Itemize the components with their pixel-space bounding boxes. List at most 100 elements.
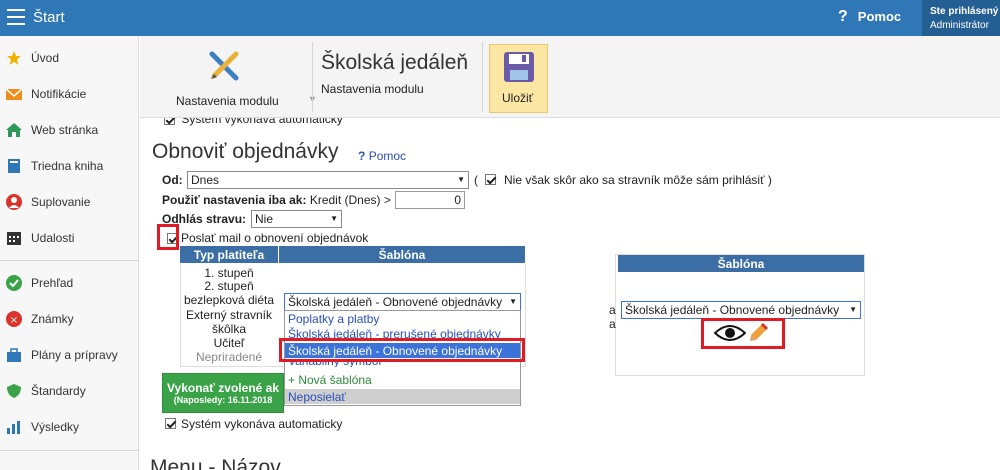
template-select-right-value: Školská jedáleň - Obnovené objednávky	[625, 303, 840, 317]
sidebar-item-uvod[interactable]: Úvod	[0, 40, 139, 76]
save-button[interactable]: Uložiť	[489, 44, 548, 113]
run-button-last-run: (Naposledy: 16.11.2018	[173, 395, 273, 405]
table-row: Učiteľ	[213, 336, 245, 350]
svg-text:×: ×	[10, 315, 18, 326]
calendar-icon	[7, 232, 21, 245]
question-icon: ?	[838, 8, 848, 25]
sidebar-divider	[0, 450, 139, 451]
top-bar: Štart ? Pomoc Ste prihlásený Administráto…	[0, 0, 1000, 36]
section-title: Obnoviť objednávky	[152, 140, 339, 163]
sidebar-item-label: Notifikácie	[31, 87, 87, 101]
table-row: bezlepková diéta	[183, 293, 275, 307]
col-header-payer-type: Typ platiteľa	[180, 246, 278, 263]
auto-run-top-checkbox[interactable]	[164, 118, 175, 126]
od-select-value: Dnes	[191, 173, 220, 187]
menu-icon[interactable]	[7, 9, 25, 25]
section-help-label: Pomoc	[368, 149, 407, 163]
table-row: škôlka	[211, 322, 246, 336]
user-status: Ste prihlásený	[930, 6, 999, 17]
chevron-down-icon: ▼	[849, 305, 857, 314]
module-settings-label: Nastavenia modulu	[176, 94, 279, 108]
help-button[interactable]: ? Pomoc	[838, 8, 901, 26]
save-label: Uložiť	[502, 91, 534, 105]
run-button-label: Vykonať zvolené ak	[166, 381, 280, 395]
grade-icon: ×	[6, 311, 22, 327]
eye-icon[interactable]	[714, 323, 746, 343]
sidebar-item-znamky[interactable]: × Známky	[0, 301, 139, 337]
sidebar-item-udalosti[interactable]: Udalosti	[0, 220, 139, 256]
sidebar-item-label: Známky	[31, 312, 74, 326]
star-icon	[7, 51, 21, 65]
ribbon-divider	[312, 42, 313, 112]
sidebar-item-vysledky[interactable]: Výsledky	[0, 409, 139, 445]
app-title[interactable]: Štart	[33, 9, 65, 26]
dropdown-option[interactable]: Neposielať	[285, 389, 520, 404]
auto-run-top-label: Systém vykonáva automaticky	[181, 118, 343, 126]
user-icon	[6, 194, 22, 210]
sidebar: Úvod Notifikácie Web stránka Triedna kni…	[0, 36, 139, 470]
table-row: Nepriradené	[195, 350, 263, 364]
credit-input[interactable]: 0	[395, 191, 465, 209]
check-circle-icon	[6, 275, 22, 291]
sidebar-item-plany[interactable]: Plány a prípravy	[0, 337, 139, 373]
clipped-text: a	[609, 303, 616, 317]
sidebar-divider	[0, 260, 139, 261]
sidebar-item-suplovanie[interactable]: Suplovanie	[0, 184, 139, 220]
sidebar-item-label: Úvod	[31, 51, 60, 65]
table-row: 2. stupeň	[204, 279, 254, 293]
auto-run-top-row: Systém vykonáva automaticky	[164, 118, 343, 126]
table-row: 1. stupeň	[204, 266, 254, 280]
sidebar-item-label: Plány a prípravy	[31, 348, 118, 362]
question-icon: ?	[358, 149, 366, 163]
template-select[interactable]: Školská jedáleň - Obnovené objednávky ▼	[284, 293, 521, 311]
dropdown-option[interactable]: Poplatky a platby	[288, 312, 379, 327]
template-select-value: Školská jedáleň - Obnovené objednávky	[288, 295, 503, 309]
next-section-title: Menu - Názov	[150, 456, 281, 470]
briefcase-icon	[7, 348, 21, 362]
col-header-template-right: Šablóna	[618, 255, 864, 272]
pencil-edit-icon[interactable]	[749, 322, 769, 342]
highlight-box	[279, 338, 525, 362]
dropdown-option[interactable]: + Nová šablóna	[288, 373, 372, 388]
run-selected-button[interactable]: Vykonať zvolené ak (Naposledy: 16.11.201…	[162, 373, 284, 413]
not-before-checkbox[interactable]	[485, 174, 496, 185]
send-mail-label: Poslať mail o obnovení objednávok	[181, 231, 369, 245]
home-icon	[6, 123, 22, 137]
table-row: Externý stravník	[185, 308, 273, 322]
template-select-right[interactable]: Školská jedáleň - Obnovené objednávky ▼	[621, 301, 861, 319]
shield-icon	[7, 384, 21, 398]
auto-run-checkbox[interactable]	[165, 418, 176, 429]
credit-condition-label: Použiť nastavenia iba ak: Kredit (Dnes) …	[162, 193, 391, 207]
section-help-link[interactable]: ? Pomoc	[358, 149, 406, 163]
main-content: Systém vykonáva automaticky Obnoviť obje…	[140, 118, 1000, 470]
module-settings-button[interactable]: Nastavenia modulu ▼	[156, 48, 317, 114]
chevron-down-icon: ▼	[509, 297, 517, 306]
user-role: Administrátor	[930, 20, 989, 31]
sidebar-item-web-stranka[interactable]: Web stránka	[0, 112, 139, 148]
credit-condition-text: Kredit (Dnes) >	[309, 193, 391, 207]
module-title: Školská jedáleň	[321, 51, 469, 74]
sidebar-item-triedna-kniha[interactable]: Triedna kniha	[0, 148, 139, 184]
sidebar-item-label: Štandardy	[31, 384, 86, 398]
sidebar-item-label: Suplovanie	[31, 195, 91, 209]
odhlas-select[interactable]: Nie ▼	[251, 210, 342, 228]
bar-chart-icon	[7, 421, 20, 434]
clipped-text: a	[609, 317, 616, 331]
sidebar-item-standardy[interactable]: Štandardy	[0, 373, 139, 409]
ribbon-toolbar: Nastavenia modulu ▼ Školská jedáleň Nast…	[140, 36, 1000, 118]
odhlas-select-value: Nie	[255, 212, 274, 226]
sidebar-item-label: Triedna kniha	[31, 159, 104, 173]
envelope-icon	[6, 88, 22, 100]
book-icon	[8, 159, 20, 173]
help-label: Pomoc	[857, 9, 902, 24]
od-select[interactable]: Dnes ▼	[187, 171, 469, 189]
ribbon-divider	[482, 42, 483, 112]
module-subtitle: Nastavenia modulu	[321, 82, 424, 96]
auto-run-label: Systém vykonáva automaticky	[181, 417, 343, 431]
user-box[interactable]: Ste prihlásený Administrátor	[922, 0, 1000, 36]
paren-open: (	[474, 173, 478, 187]
sidebar-item-notifikacie[interactable]: Notifikácie	[0, 76, 139, 112]
floppy-disk-icon	[504, 52, 534, 82]
sidebar-item-label: Výsledky	[31, 420, 80, 434]
sidebar-item-prehlad[interactable]: Prehľad	[0, 265, 139, 301]
